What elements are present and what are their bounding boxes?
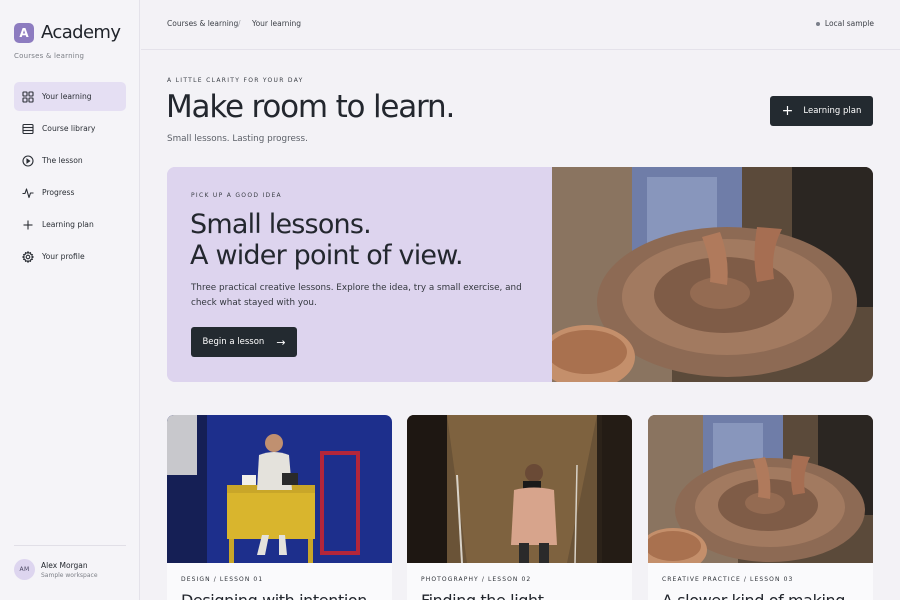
- begin-lesson-button-label: Begin a lesson: [202, 337, 265, 347]
- lesson-card[interactable]: CREATIVE PRACTICE / LESSON 03 A slower k…: [648, 415, 873, 600]
- user-workspace: Sample workspace: [41, 571, 98, 579]
- library-icon: [22, 123, 34, 135]
- hero-banner: PICK UP A GOOD IDEA Small lessons. A wid…: [167, 167, 873, 382]
- lesson-image-photography: [407, 415, 632, 564]
- lesson-card-meta: CREATIVE PRACTICE / LESSON 03: [662, 576, 794, 583]
- sidebar-item-course-library[interactable]: Course library: [14, 114, 126, 143]
- sidebar-item-label: The lesson: [42, 156, 83, 165]
- lesson-card-meta: DESIGN / LESSON 01: [181, 576, 264, 583]
- lesson-card-title: Finding the light: [421, 591, 544, 600]
- sidebar-item-progress[interactable]: Progress: [14, 178, 126, 207]
- sidebar-item-your-learning[interactable]: Your learning: [14, 82, 126, 111]
- sidebar-item-label: Progress: [42, 188, 75, 197]
- plus-icon: [22, 219, 34, 231]
- sidebar-nav: Your learning Course library The lesson: [14, 82, 126, 274]
- learning-plan-button[interactable]: + Learning plan: [770, 96, 873, 126]
- hero-image-pottery: [539, 167, 873, 382]
- arrow-right-icon: →: [276, 335, 286, 349]
- sidebar-item-label: Your learning: [42, 92, 92, 101]
- sidebar-item-the-lesson[interactable]: The lesson: [14, 146, 126, 175]
- page-kicker: A LITTLE CLARITY FOR YOUR DAY: [167, 77, 304, 84]
- status-dot-icon: [815, 21, 820, 26]
- topbar: Courses & learning / Your learning Local…: [141, 0, 900, 50]
- sidebar-item-your-profile[interactable]: Your profile: [14, 242, 126, 271]
- status-label: Local sample: [824, 19, 874, 28]
- hero-title-line-1: Small lessons.: [190, 209, 372, 240]
- brand-logo: A: [14, 22, 34, 43]
- lesson-card-title: Designing with intention: [181, 591, 367, 600]
- activity-icon: [22, 187, 34, 199]
- plus-icon: +: [781, 103, 794, 119]
- sidebar-item-learning-plan[interactable]: Learning plan: [14, 210, 126, 239]
- sidebar-item-label: Learning plan: [42, 220, 94, 229]
- lesson-image-design: [167, 415, 392, 563]
- gear-icon: [22, 250, 34, 263]
- breadcrumb-separator: /: [238, 19, 241, 28]
- grid-icon: [22, 90, 34, 103]
- sidebar-item-label: Course library: [42, 124, 96, 133]
- lesson-image-pottery: [648, 415, 873, 572]
- play-circle-icon: [22, 154, 34, 167]
- avatar: AM: [14, 559, 35, 580]
- user-profile[interactable]: AM Alex Morgan Sample workspace: [14, 559, 98, 580]
- user-name: Alex Morgan: [41, 560, 88, 570]
- brand-name: Academy: [41, 22, 121, 43]
- page-subtitle: Small lessons. Lasting progress.: [167, 134, 308, 144]
- hero-description: Three practical creative lessons. Explor…: [191, 283, 522, 308]
- sidebar-divider: [14, 545, 126, 546]
- lesson-card-meta: PHOTOGRAPHY / LESSON 02: [421, 576, 532, 583]
- sidebar-item-label: Your profile: [42, 252, 85, 261]
- hero-kicker: PICK UP A GOOD IDEA: [191, 192, 282, 199]
- brand[interactable]: A Academy: [14, 22, 121, 43]
- brand-subtitle: Courses & learning: [14, 52, 85, 60]
- lesson-card[interactable]: DESIGN / LESSON 01 Designing with intent…: [167, 415, 392, 600]
- lesson-card-title: A slower kind of making: [662, 591, 845, 600]
- page-title: Make room to learn.: [166, 89, 455, 125]
- hero-title-line-2: A wider point of view.: [190, 240, 464, 271]
- learning-plan-button-label: Learning plan: [803, 106, 862, 116]
- hero-title: Small lessons. A wider point of view.: [190, 209, 464, 271]
- breadcrumb-current: Your learning: [252, 19, 301, 28]
- status-indicator: Local sample: [815, 19, 874, 28]
- breadcrumb-courses[interactable]: Courses & learning: [167, 19, 238, 28]
- sidebar: A Academy Courses & learning Your learni…: [0, 0, 140, 600]
- begin-lesson-button[interactable]: Begin a lesson →: [191, 327, 297, 357]
- lesson-card[interactable]: PHOTOGRAPHY / LESSON 02 Finding the ligh…: [407, 415, 632, 600]
